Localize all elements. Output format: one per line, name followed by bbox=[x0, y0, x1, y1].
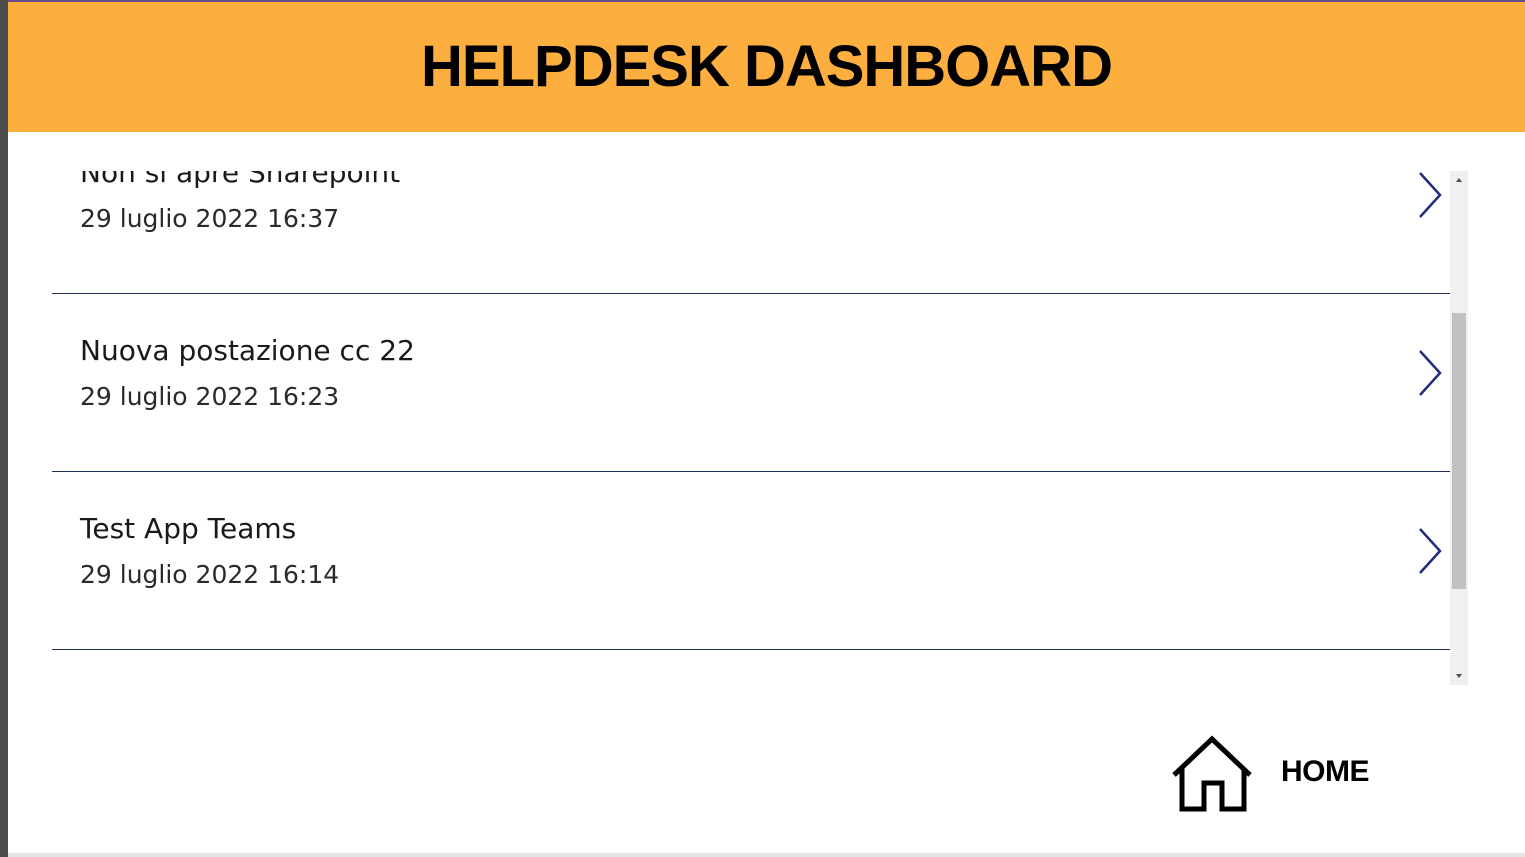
chevron-right-icon[interactable] bbox=[1414, 527, 1444, 575]
ticket-date: 29 luglio 2022 16:37 bbox=[80, 204, 340, 233]
home-button[interactable]: HOME bbox=[1170, 735, 1390, 815]
ticket-title: Nuova postazione cc 22 bbox=[80, 334, 415, 367]
window-bottom-edge bbox=[8, 853, 1525, 857]
window-left-edge bbox=[0, 0, 8, 857]
page-title: HELPDESK DASHBOARD bbox=[421, 33, 1113, 99]
ticket-gallery: Non si apre Sharepoint 29 luglio 2022 16… bbox=[52, 171, 1450, 685]
ticket-date: 29 luglio 2022 16:14 bbox=[80, 560, 340, 589]
home-label: HOME bbox=[1281, 755, 1370, 788]
scroll-up-arrow-icon[interactable] bbox=[1450, 171, 1468, 189]
chevron-right-icon[interactable] bbox=[1414, 349, 1444, 397]
ticket-title: Test App Teams bbox=[80, 512, 297, 545]
vertical-scrollbar[interactable] bbox=[1450, 171, 1468, 685]
ticket-title: Non si apre Sharepoint bbox=[80, 171, 401, 189]
ticket-list-item[interactable]: Non si apre Sharepoint 29 luglio 2022 16… bbox=[52, 171, 1450, 294]
ticket-list-item[interactable]: Test App Teams 29 luglio 2022 16:14 bbox=[52, 472, 1450, 650]
ticket-date: 29 luglio 2022 16:23 bbox=[80, 382, 340, 411]
home-icon bbox=[1172, 735, 1252, 812]
header-bar: HELPDESK DASHBOARD bbox=[8, 2, 1525, 132]
scrollbar-thumb[interactable] bbox=[1452, 313, 1466, 589]
scroll-down-arrow-icon[interactable] bbox=[1450, 667, 1468, 685]
ticket-list-item[interactable]: Nuova postazione cc 22 29 luglio 2022 16… bbox=[52, 294, 1450, 472]
chevron-right-icon[interactable] bbox=[1414, 171, 1444, 219]
